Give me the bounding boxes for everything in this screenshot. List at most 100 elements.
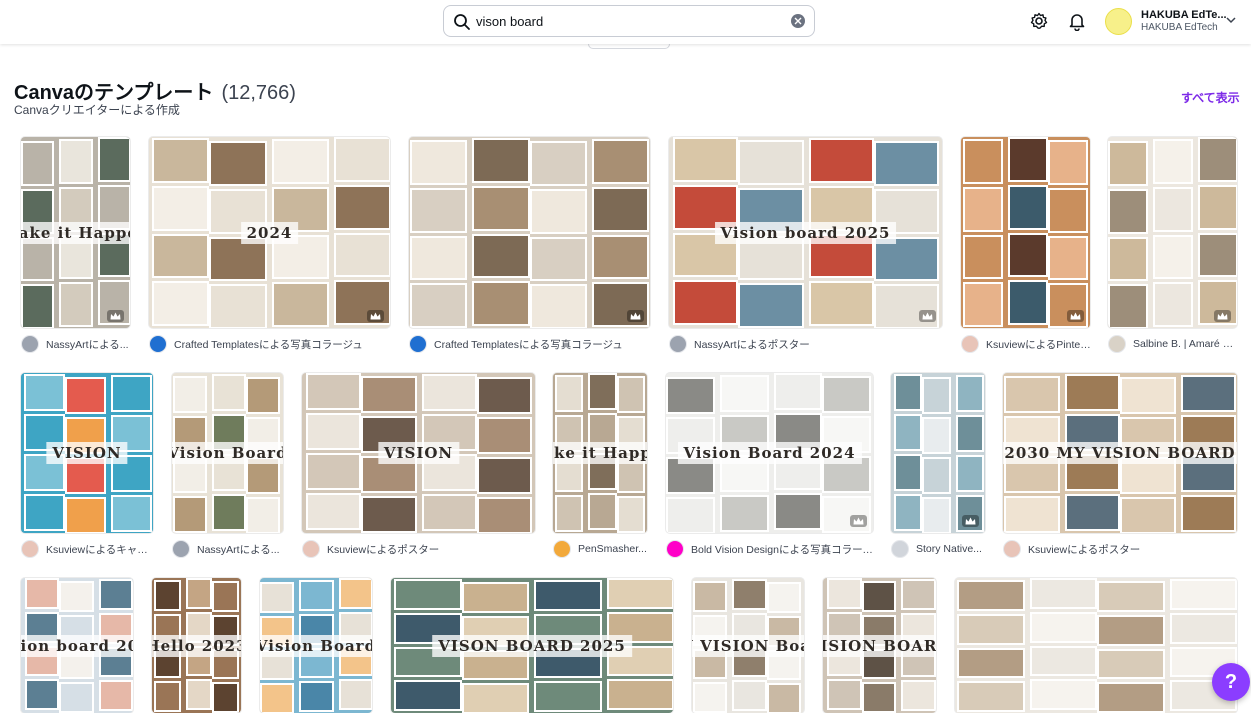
crown-icon [919, 310, 936, 322]
template-card[interactable]: VISON BOARD 2025 [391, 578, 673, 713]
collage-photo [1120, 497, 1176, 533]
collage-photo [822, 376, 871, 413]
creator-caption: Ksuviewによるキャン... [46, 543, 153, 556]
collage-photo [901, 680, 936, 711]
collage-photo [1108, 284, 1148, 328]
template-creator[interactable]: Crafted Templatesによる写真コラージュ [149, 335, 363, 353]
creator-avatar [666, 540, 684, 558]
collage-photo [472, 138, 530, 183]
template-card[interactable]: MY VISION Board [692, 578, 804, 713]
template-creator[interactable]: Salbine B. | Amaré Cr... [1108, 335, 1238, 353]
template-creator[interactable]: KsuviewによるPinter... [961, 335, 1091, 353]
template-creator[interactable]: Ksuviewによるキャン... [21, 540, 153, 558]
creator-caption: Crafted Templatesによる写真コラージュ [174, 338, 363, 351]
collage-photo [1153, 139, 1193, 184]
template-card[interactable] [409, 137, 650, 328]
clear-icon[interactable] [791, 14, 805, 28]
creator-avatar [1003, 540, 1021, 558]
template-creator[interactable]: Bold Vision Designによる写真コラージュ [666, 540, 873, 558]
template-card[interactable]: VISION [302, 373, 535, 533]
collage-photo [333, 137, 390, 182]
account-team[interactable]: HAKUBA EdTech [1141, 22, 1218, 33]
template-card[interactable]: Vision Board 2024 [666, 373, 873, 533]
collage-photo [260, 683, 295, 713]
search-bar[interactable] [443, 5, 815, 37]
template-card[interactable] [891, 373, 985, 533]
see-all-link[interactable]: すべて表示 [1181, 89, 1240, 106]
template-creator[interactable]: Ksuviewによるポスター [302, 540, 439, 558]
search-input[interactable] [476, 10, 776, 32]
template-creator[interactable]: Ksuviewによるポスター [1003, 540, 1140, 558]
template-card[interactable]: Hello 2023 [152, 578, 241, 713]
template-thumbnail-text: 2024 [240, 221, 299, 244]
gear-icon[interactable] [1029, 11, 1049, 31]
collage-photo [901, 579, 936, 610]
collage-photo [306, 493, 362, 530]
collage-photo [1048, 235, 1088, 281]
template-card[interactable] [961, 137, 1090, 328]
account-name[interactable]: HAKUBA EdTe... [1141, 9, 1227, 21]
template-card[interactable]: VISION [21, 373, 153, 533]
collage-photo [808, 281, 874, 326]
collage-photo [306, 413, 362, 450]
template-creator[interactable]: Story Native... [891, 540, 982, 558]
account-avatar[interactable] [1105, 8, 1132, 35]
collage-photo [693, 682, 728, 713]
collage-photo [732, 579, 767, 610]
collage-photo [666, 497, 715, 533]
bell-icon[interactable] [1067, 11, 1087, 31]
collage-photo [209, 284, 267, 328]
creator-caption: KsuviewによるPinter... [986, 338, 1091, 351]
collage-photo [922, 497, 951, 533]
template-card[interactable] [1108, 137, 1237, 328]
collage-photo [1153, 282, 1193, 327]
template-creator[interactable]: Crafted Templatesによる写真コラージュ [409, 335, 623, 353]
template-card[interactable]: Vision Board [172, 373, 283, 533]
template-card[interactable]: 2024 [149, 137, 390, 328]
creator-avatar [891, 540, 909, 558]
collage-photo [260, 582, 295, 613]
collage-photo [963, 139, 1003, 184]
collage-photo [25, 679, 60, 710]
collage-photo [209, 141, 267, 186]
template-card[interactable]: Vision board 2025 [669, 137, 942, 328]
collage-photo [111, 495, 152, 532]
template-card[interactable]: 2030 MY VISION BOARD [1003, 373, 1237, 533]
collage-photo [1008, 280, 1048, 325]
collage-photo [410, 187, 468, 233]
collage-photo [738, 283, 804, 328]
template-creator[interactable]: NassyArtによる... [172, 540, 280, 558]
creator-avatar [21, 335, 39, 353]
collage-photo [361, 496, 417, 533]
collage-photo [529, 141, 587, 186]
template-card[interactable]: Make it Happen [21, 137, 130, 328]
collage-photo [1120, 377, 1176, 414]
crown-icon [962, 515, 979, 527]
collage-photo [555, 375, 584, 412]
collage-photo [173, 376, 207, 413]
creator-caption: PenSmasher... [578, 543, 647, 555]
template-thumbnail-text: Vision board 2025 [21, 634, 133, 657]
collage-photo [666, 377, 715, 414]
template-card[interactable] [955, 578, 1237, 713]
collage-photo [591, 139, 649, 184]
template-creator[interactable]: PenSmasher... [553, 540, 647, 558]
creator-avatar [302, 540, 320, 558]
template-card[interactable]: VISION BOARD [823, 578, 936, 713]
collage-photo [555, 495, 584, 532]
template-card[interactable]: Vision Board [260, 578, 372, 713]
collage-photo [306, 453, 362, 490]
collage-photo [154, 580, 181, 611]
collage-photo [410, 235, 468, 281]
collage-photo [1108, 188, 1148, 234]
template-thumbnail-text: 2030 MY VISION BOARD [1003, 442, 1237, 464]
chevron-down-icon[interactable] [1226, 16, 1236, 24]
help-button[interactable]: ? [1212, 663, 1250, 701]
template-card[interactable]: Make it Happen [553, 373, 647, 533]
template-creator[interactable]: NassyArtによるポスター [669, 335, 810, 353]
collage-photo [185, 578, 213, 609]
collage-photo [1198, 184, 1237, 230]
template-card[interactable]: Vision board 2025 [21, 578, 133, 713]
collage-photo [955, 375, 984, 412]
template-creator[interactable]: NassyArtによる... [21, 335, 129, 353]
